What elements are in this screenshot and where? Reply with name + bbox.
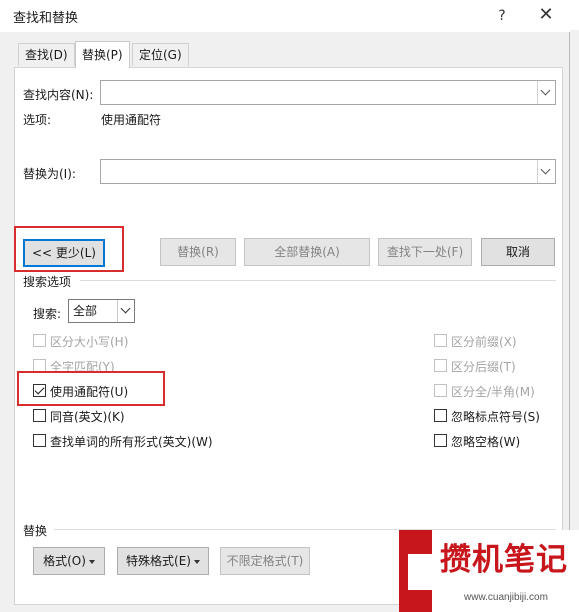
replace-with-label: 替换为(I): (23, 167, 76, 181)
special-button[interactable]: 特殊格式(E) (117, 547, 209, 575)
watermark-url: www.cuanjibiji.com (464, 592, 548, 603)
highlight-use-wildcards (17, 371, 165, 406)
replace-section-label: 替换 (23, 524, 48, 538)
search-direction-value: 全部 (73, 304, 98, 318)
no-formatting-button[interactable]: 不限定格式(T) (220, 547, 310, 575)
ignore-punctuation-checkbox[interactable] (434, 409, 447, 422)
watermark-title: 攒机笔记 (440, 542, 568, 578)
match-suffix-label: 区分后缀(T) (451, 360, 516, 374)
sounds-like-checkbox[interactable] (33, 409, 46, 422)
search-options-label: 搜索选项 (23, 275, 72, 289)
tab-goto[interactable]: 定位(G) (132, 43, 189, 66)
replace-with-input[interactable] (100, 159, 556, 184)
options-label: 选项: (23, 113, 52, 127)
highlight-less-button (14, 226, 124, 272)
match-case-checkbox[interactable] (33, 334, 46, 347)
options-value: 使用通配符 (101, 113, 162, 127)
match-width-checkbox[interactable] (434, 384, 447, 397)
format-button-label: 格式(O) (43, 554, 86, 568)
format-caret-icon (88, 559, 95, 564)
ignore-whitespace-label: 忽略空格(W) (451, 435, 521, 449)
match-prefix-checkbox[interactable] (434, 334, 447, 347)
replace-with-dropdown-icon[interactable] (537, 160, 555, 183)
title-bar: 查找和替换 ? ✕ (0, 0, 570, 32)
match-prefix-label: 区分前缀(X) (451, 335, 517, 349)
ignore-whitespace-checkbox[interactable] (434, 434, 447, 447)
search-options-divider (80, 280, 556, 281)
all-word-forms-checkbox[interactable] (33, 434, 46, 447)
match-suffix-checkbox[interactable] (434, 359, 447, 372)
find-replace-dialog: 查找和替换 ? ✕ 查找(D) 替换(P) 定位(G) 查找内容(N): 选项:… (0, 0, 570, 612)
replace-button[interactable]: 替换(R) (160, 238, 236, 266)
ignore-punctuation-label: 忽略标点符号(S) (451, 410, 540, 424)
find-what-dropdown-icon[interactable] (537, 81, 555, 104)
search-direction-label: 搜索: (33, 307, 62, 321)
format-button[interactable]: 格式(O) (33, 547, 105, 575)
watermark-logo-cutout (408, 554, 432, 590)
match-width-label: 区分全/半角(M) (451, 385, 535, 399)
cancel-button[interactable]: 取消 (481, 238, 555, 266)
find-what-label: 查找内容(N): (23, 88, 94, 102)
tab-find[interactable]: 查找(D) (18, 43, 75, 66)
close-icon[interactable]: ✕ (530, 4, 562, 28)
dialog-title: 查找和替换 (13, 11, 79, 26)
search-direction-select[interactable]: 全部 (68, 299, 135, 323)
match-case-label: 区分大小写(H) (50, 335, 129, 349)
chevron-down-icon[interactable] (117, 300, 134, 322)
replace-all-button[interactable]: 全部替换(A) (244, 238, 370, 266)
find-what-input[interactable] (100, 80, 556, 105)
watermark: 攒机笔记 www.cuanjibiji.com (399, 530, 579, 612)
tab-replace[interactable]: 替换(P) (75, 41, 130, 68)
special-button-label: 特殊格式(E) (126, 554, 191, 568)
sounds-like-label: 同音(英文)(K) (50, 410, 125, 424)
special-caret-icon (193, 559, 200, 564)
all-word-forms-label: 查找单词的所有形式(英文)(W) (50, 435, 213, 449)
find-next-button[interactable]: 查找下一处(F) (378, 238, 472, 266)
help-icon[interactable]: ? (488, 4, 516, 28)
